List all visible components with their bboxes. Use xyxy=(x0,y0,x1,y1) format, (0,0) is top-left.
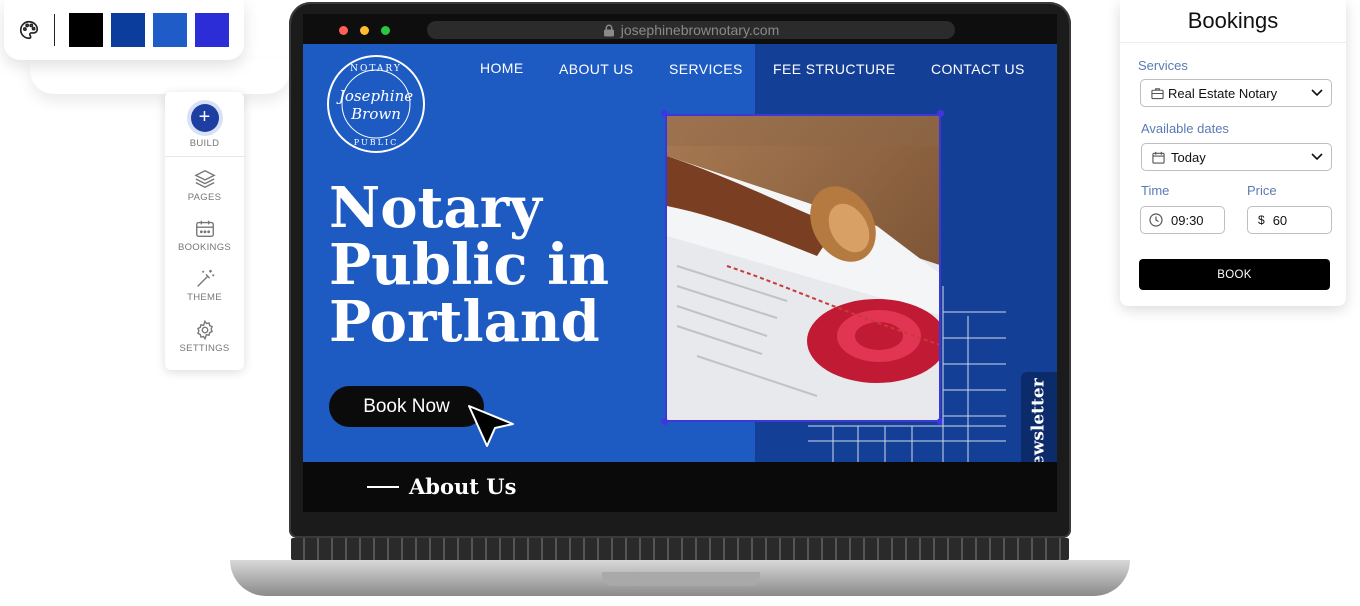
magic-wand-icon xyxy=(196,269,214,287)
address-bar[interactable]: josephinebrownotary.com xyxy=(427,21,955,39)
lock-icon xyxy=(603,24,614,36)
pages-tool[interactable]: PAGES xyxy=(165,168,244,203)
nav-home[interactable]: HOME xyxy=(480,60,524,76)
builder-toolbar: + BUILD PAGES BOOKINGS THEME SETTINGS xyxy=(165,92,244,370)
dates-label: Available dates xyxy=(1141,121,1229,136)
clock-icon xyxy=(1149,213,1163,227)
laptop-keyboard xyxy=(291,538,1069,560)
build-tool[interactable]: + BUILD xyxy=(165,104,244,149)
about-dash xyxy=(367,485,399,488)
price-field[interactable]: $ 60 xyxy=(1247,206,1332,234)
settings-tool[interactable]: SETTINGS xyxy=(165,319,244,354)
bookings-title: Bookings xyxy=(1187,8,1279,33)
bookings-panel: Bookings Services Real Estate Notary Ava… xyxy=(1120,0,1346,306)
nav-services[interactable]: SERVICES xyxy=(669,61,743,77)
time-value: 09:30 xyxy=(1171,212,1204,228)
palette-divider xyxy=(54,14,55,46)
url-text: josephinebrownotary.com xyxy=(620,22,780,38)
chevron-down-icon xyxy=(1311,153,1323,161)
resize-handle-tr[interactable] xyxy=(937,110,944,117)
price-label: Price xyxy=(1247,183,1277,198)
maximize-dot[interactable] xyxy=(381,26,390,35)
hero-title-line1: Notary xyxy=(329,175,542,241)
logo-top-text: NOTARY xyxy=(350,64,402,74)
website-preview: NOTARY Josephine Brown PUBLIC HOME ABOUT… xyxy=(303,44,1057,488)
bookings-tool[interactable]: BOOKINGS xyxy=(165,218,244,253)
grid-decoration xyxy=(808,286,1006,464)
currency-symbol: $ xyxy=(1258,213,1265,227)
theme-tool[interactable]: THEME xyxy=(165,268,244,303)
logo-name-line2: Brown xyxy=(350,105,401,123)
hero-title: Notary Public in Portland xyxy=(329,180,649,351)
bookings-label: BOOKINGS xyxy=(177,242,232,253)
about-text: About Us xyxy=(409,474,517,499)
nav-about-us[interactable]: ABOUT US xyxy=(559,61,634,77)
logo-bottom-text: PUBLIC xyxy=(354,138,398,147)
price-value: 60 xyxy=(1272,212,1288,228)
swatch-indigo[interactable] xyxy=(195,13,229,47)
services-value: Real Estate Notary xyxy=(1168,85,1278,101)
swatch-navy[interactable] xyxy=(111,13,145,47)
build-label: BUILD xyxy=(189,138,220,149)
date-select[interactable]: Today xyxy=(1141,143,1332,171)
laptop-notch xyxy=(602,572,760,586)
hero-title-line2: Public in xyxy=(329,232,610,298)
services-label: Services xyxy=(1138,58,1188,73)
theme-label: THEME xyxy=(187,292,222,303)
about-section: About Us xyxy=(303,462,1057,512)
date-value: Today xyxy=(1171,149,1206,165)
color-palette xyxy=(4,0,244,60)
toolbar-divider xyxy=(165,156,244,157)
services-select[interactable]: Real Estate Notary xyxy=(1140,79,1332,107)
plus-icon[interactable]: + xyxy=(190,104,219,132)
book-button[interactable]: BOOK xyxy=(1139,259,1330,290)
about-heading: About Us xyxy=(367,474,516,499)
notary-seal-logo[interactable]: NOTARY Josephine Brown PUBLIC xyxy=(327,55,425,153)
close-dot[interactable] xyxy=(339,26,348,35)
laptop-screen: josephinebrownotary.com NOTARY Josephine… xyxy=(303,14,1057,512)
book-now-button[interactable]: Book Now xyxy=(329,386,484,427)
resize-handle-bl[interactable] xyxy=(661,418,668,425)
logo-name-line1: Josephine xyxy=(336,87,413,105)
palette-card-shadow xyxy=(30,58,290,94)
hero-title-line3: Portland xyxy=(329,289,600,355)
time-label: Time xyxy=(1141,183,1170,198)
briefcase-icon xyxy=(1151,87,1164,99)
layers-icon xyxy=(193,169,216,189)
time-field[interactable]: 09:30 xyxy=(1140,206,1225,234)
chevron-down-icon xyxy=(1311,89,1323,97)
nav-fee-structure[interactable]: FEE STRUCTURE xyxy=(773,61,896,77)
swatch-black[interactable] xyxy=(69,13,103,47)
pages-label: PAGES xyxy=(187,192,222,203)
minimize-dot[interactable] xyxy=(360,26,369,35)
swatch-blue[interactable] xyxy=(153,13,187,47)
calendar-icon xyxy=(1152,151,1165,164)
palette-icon[interactable] xyxy=(16,17,42,43)
browser-bar: josephinebrownotary.com xyxy=(303,14,1057,44)
nav-contact-us[interactable]: CONTACT US xyxy=(931,61,1025,77)
calendar-icon xyxy=(195,220,214,238)
bookings-divider xyxy=(1120,42,1346,43)
resize-handle-tl[interactable] xyxy=(661,110,668,117)
mouse-cursor-icon xyxy=(468,405,514,447)
settings-label: SETTINGS xyxy=(179,343,230,354)
gear-icon xyxy=(196,319,213,341)
